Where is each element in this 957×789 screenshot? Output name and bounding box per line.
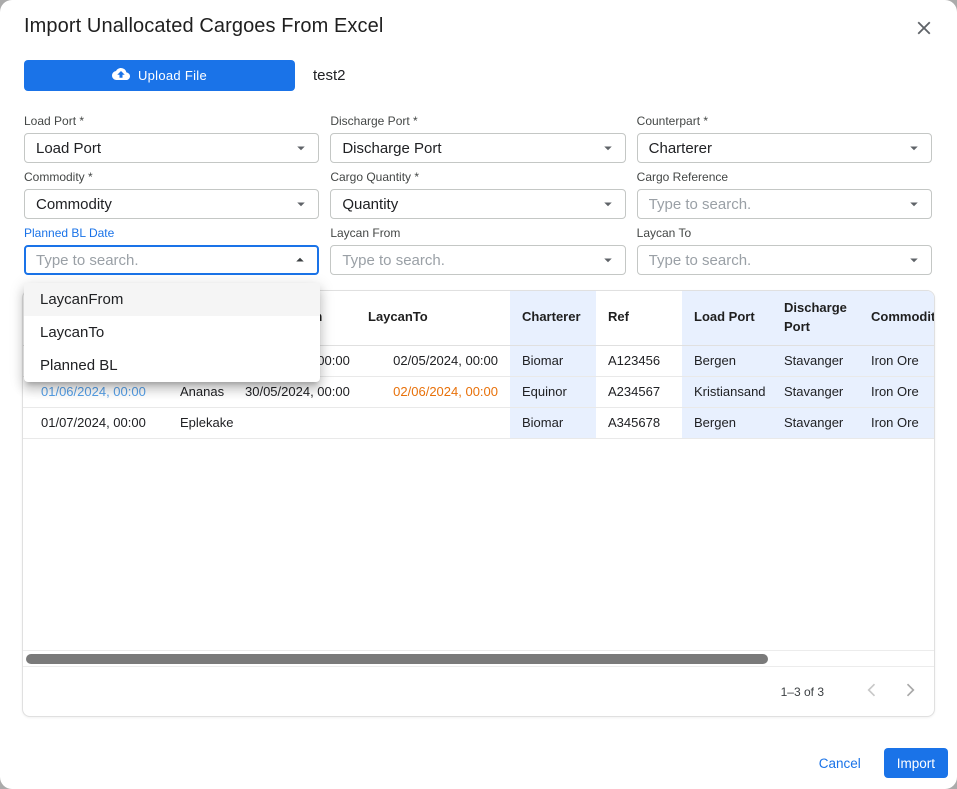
upload-file-button[interactable]: Upload File (24, 60, 295, 91)
caret-down-icon (292, 195, 310, 213)
previous-page-button[interactable] (860, 680, 884, 704)
field-discharge-port: Discharge Port * Discharge Port (330, 115, 625, 163)
laycan-from-input[interactable] (342, 252, 596, 269)
selected-value: Commodity (36, 196, 112, 213)
cloud-upload-icon (112, 65, 130, 86)
upload-row: Upload File test2 (24, 60, 346, 91)
field-label: Laycan From (330, 227, 625, 240)
import-cargoes-dialog: Import Unallocated Cargoes From Excel Up… (0, 0, 957, 789)
cell: Stavanger (772, 345, 859, 376)
discharge-port-select[interactable]: Discharge Port (330, 133, 625, 163)
cell: A234567 (596, 376, 682, 407)
dropdown-option-laycanto[interactable]: LaycanTo (24, 316, 320, 349)
caret-down-icon (905, 139, 923, 157)
horizontal-scrollbar-thumb[interactable] (26, 654, 768, 664)
field-label: Load Port * (24, 115, 319, 128)
field-label: Discharge Port * (330, 115, 625, 128)
cell: Biomar (510, 345, 596, 376)
field-laycan-from: Laycan From (330, 227, 625, 275)
selected-value: Load Port (36, 140, 101, 157)
cargo-quantity-select[interactable]: Quantity (330, 189, 625, 219)
close-button[interactable] (911, 15, 937, 41)
caret-down-icon (905, 195, 923, 213)
cancel-button[interactable]: Cancel (819, 756, 861, 771)
chevron-left-icon (862, 680, 882, 703)
cell (233, 407, 356, 438)
cell: A345678 (596, 407, 682, 438)
planned-bl-date-input[interactable] (36, 252, 290, 269)
planned-bl-date-combobox[interactable] (24, 245, 319, 275)
next-page-button[interactable] (898, 680, 922, 704)
selected-value: Discharge Port (342, 140, 441, 157)
cell: 01/07/2024, 00:00 (23, 407, 168, 438)
caret-down-icon (599, 195, 617, 213)
field-label: Planned BL Date (24, 227, 319, 240)
dialog-header: Import Unallocated Cargoes From Excel (24, 15, 937, 41)
field-label: Counterpart * (637, 115, 932, 128)
commodity-select[interactable]: Commodity (24, 189, 319, 219)
upload-file-label: Upload File (138, 68, 207, 83)
caret-down-icon (905, 251, 923, 269)
close-icon (913, 27, 935, 42)
field-label: Laycan To (637, 227, 932, 240)
caret-down-icon (599, 139, 617, 157)
caret-up-icon (291, 251, 309, 269)
dropdown-option-planned-bl[interactable]: Planned BL (24, 349, 320, 382)
field-label: Cargo Reference (637, 171, 932, 184)
dropdown-option-laycanfrom[interactable]: LaycanFrom (24, 283, 320, 316)
cell (356, 407, 510, 438)
pagination-range-label: 1–3 of 3 (781, 685, 824, 699)
import-button[interactable]: Import (884, 748, 948, 778)
laycan-to-input[interactable] (649, 252, 903, 269)
dialog-title: Import Unallocated Cargoes From Excel (24, 15, 383, 38)
caret-down-icon (292, 139, 310, 157)
horizontal-scrollbar[interactable] (23, 650, 934, 667)
cell: Iron Ore (859, 407, 934, 438)
dialog-footer: Cancel Import (819, 748, 948, 778)
cargo-reference-combobox[interactable] (637, 189, 932, 219)
cell: 02/06/2024, 00:00 (356, 376, 510, 407)
field-load-port: Load Port * Load Port (24, 115, 319, 163)
column-options-dropdown: LaycanFrom LaycanTo Planned BL (24, 283, 320, 382)
cell: Iron Ore (859, 345, 934, 376)
cell: Equinor (510, 376, 596, 407)
cell: A123456 (596, 345, 682, 376)
pagination-bar: 1–3 of 3 (23, 667, 934, 716)
chevron-right-icon (900, 680, 920, 703)
counterpart-select[interactable]: Charterer (637, 133, 932, 163)
cargo-reference-input[interactable] (649, 196, 903, 213)
column-header-load-port: Load Port (682, 291, 772, 345)
field-label: Commodity * (24, 171, 319, 184)
column-header-discharge-port: Discharge Port (772, 291, 859, 345)
field-cargo-quantity: Cargo Quantity * Quantity (330, 171, 625, 219)
field-planned-bl-date: Planned BL Date (24, 227, 319, 275)
cell: Biomar (510, 407, 596, 438)
cell: 02/05/2024, 00:00 (356, 345, 510, 376)
uploaded-file-name: test2 (313, 67, 346, 84)
cell: Stavanger (772, 407, 859, 438)
field-cargo-reference: Cargo Reference (637, 171, 932, 219)
field-commodity: Commodity * Commodity (24, 171, 319, 219)
load-port-select[interactable]: Load Port (24, 133, 319, 163)
selected-value: Charterer (649, 140, 712, 157)
laycan-to-combobox[interactable] (637, 245, 932, 275)
field-laycan-to: Laycan To (637, 227, 932, 275)
cell: Stavanger (772, 376, 859, 407)
table-row: 01/07/2024, 00:00 Eplekake Biomar A34567… (23, 407, 934, 438)
laycan-from-combobox[interactable] (330, 245, 625, 275)
cell: Bergen (682, 407, 772, 438)
cell: Eplekake (168, 407, 233, 438)
column-header-laycanto: LaycanTo (356, 291, 510, 345)
column-header-charterer: Charterer (510, 291, 596, 345)
field-label: Cargo Quantity * (330, 171, 625, 184)
selected-value: Quantity (342, 196, 398, 213)
cell: Bergen (682, 345, 772, 376)
column-header-ref: Ref (596, 291, 682, 345)
cell: Kristiansand (682, 376, 772, 407)
caret-down-icon (599, 251, 617, 269)
column-header-commodity: Commodity (859, 291, 934, 345)
mapping-form: Load Port * Load Port Discharge Port * D… (24, 115, 932, 275)
field-counterpart: Counterpart * Charterer (637, 115, 932, 163)
cell: Iron Ore (859, 376, 934, 407)
